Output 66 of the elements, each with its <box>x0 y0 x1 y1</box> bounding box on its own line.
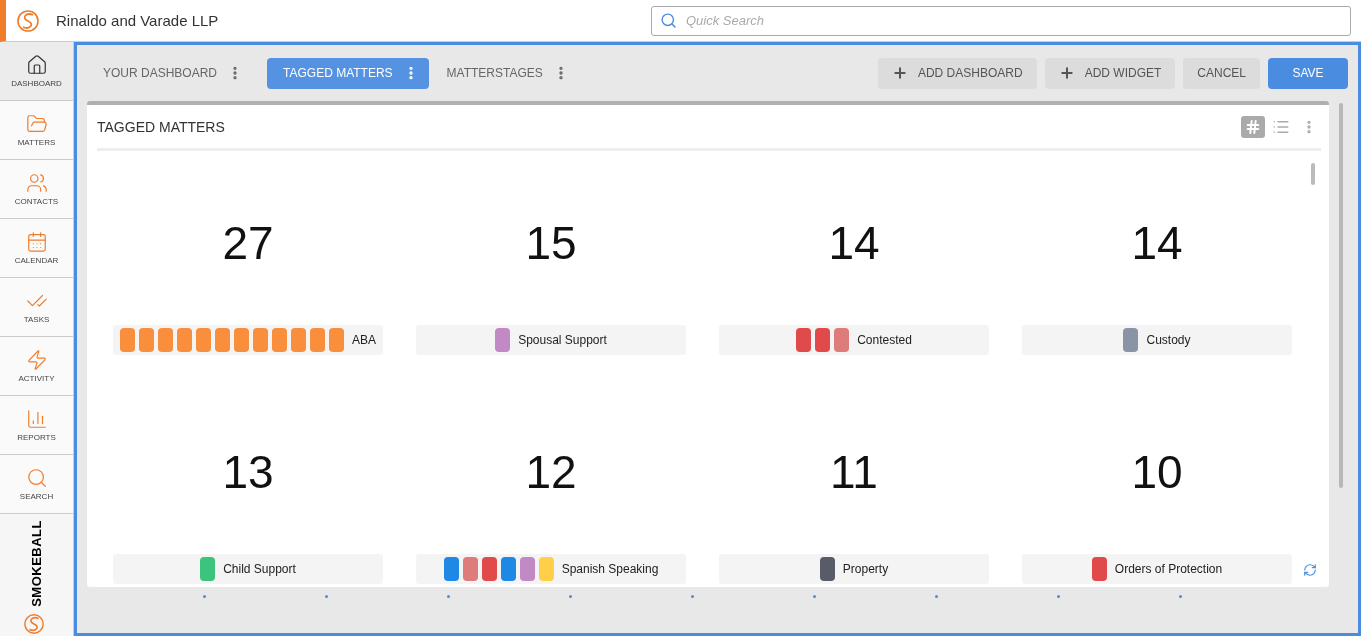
dot-marker <box>691 594 694 598</box>
toolbar-button[interactable]: CANCEL <box>1183 57 1260 89</box>
dashboard-tab[interactable]: MATTERSTAGES <box>442 57 579 89</box>
dot-marker <box>447 594 450 598</box>
brand-name: SMOKEBALL <box>29 520 44 607</box>
quick-search-field[interactable]: Quick Search <box>651 5 1351 36</box>
matter-count: 27 <box>222 216 274 270</box>
search-icon <box>660 11 677 29</box>
tag-bar[interactable]: Spanish Speaking <box>416 554 686 584</box>
plus-icon <box>1058 65 1075 81</box>
tag-label: Spanish Speaking <box>561 562 659 576</box>
folder-icon <box>25 113 48 135</box>
tag-bar[interactable]: ABA <box>113 325 383 355</box>
matter-count: 14 <box>1131 216 1183 270</box>
sidebar-item[interactable]: MATTERS <box>0 101 73 160</box>
logo-icon <box>16 8 40 33</box>
tag-bar[interactable]: Orders of Protection <box>1022 554 1292 584</box>
matter-count: 14 <box>828 216 880 270</box>
search-icon <box>25 467 48 489</box>
dot-marker <box>1057 594 1060 598</box>
dot-marker <box>569 594 572 598</box>
dashboard-tab[interactable]: YOUR DASHBOARD <box>99 57 254 89</box>
dot-marker <box>813 594 816 598</box>
plus-icon <box>891 65 908 81</box>
scroll-thumb[interactable] <box>1311 163 1315 185</box>
sidebar-item[interactable]: TASKS <box>0 278 73 337</box>
tag-bar[interactable]: Spousal Support <box>416 325 686 355</box>
dot-marker <box>935 594 938 598</box>
sidebar-item[interactable]: REPORTS <box>0 396 73 455</box>
home-icon <box>25 54 48 76</box>
tag-label: Orders of Protection <box>1114 562 1223 576</box>
sidebar-item[interactable]: DASHBOARD <box>0 42 73 101</box>
tag-label: Spousal Support <box>518 333 607 347</box>
people-icon <box>25 172 48 194</box>
tag-bar[interactable]: Contested <box>719 325 989 355</box>
sidebar-item[interactable]: SEARCH <box>0 455 73 514</box>
bar-chart-icon <box>25 408 48 430</box>
dot-marker <box>325 594 328 598</box>
tag-label: Child Support <box>223 562 296 576</box>
tag-label: Custody <box>1146 333 1191 347</box>
tag-bar[interactable]: Property <box>719 554 989 584</box>
dot-marker <box>203 594 206 598</box>
firm-name: Rinaldo and Varade LLP <box>56 12 219 29</box>
calendar-icon <box>25 231 48 253</box>
matter-count: 11 <box>830 445 878 499</box>
widget-title: TAGGED MATTERS <box>97 118 225 135</box>
tag-label: Property <box>842 562 889 576</box>
toolbar-button[interactable]: ADD DASHBOARD <box>877 57 1037 89</box>
tag-bar[interactable]: Child Support <box>113 554 383 584</box>
matter-count: 15 <box>525 216 577 270</box>
matter-count: 13 <box>222 445 274 499</box>
matter-count: 10 <box>1131 445 1183 499</box>
dot-marker <box>1179 594 1182 598</box>
sidebar-item[interactable]: CALENDAR <box>0 219 73 278</box>
tag-label: Contested <box>857 333 912 347</box>
toolbar-button[interactable]: ADD WIDGET <box>1044 57 1176 89</box>
sidebar-item[interactable]: CONTACTS <box>0 160 73 219</box>
tag-label: ABA <box>352 333 376 347</box>
matter-count: 12 <box>525 445 577 499</box>
refresh-icon[interactable] <box>1303 563 1317 577</box>
scrollbar[interactable] <box>1339 103 1343 488</box>
logo-icon <box>22 612 45 635</box>
sidebar-item[interactable]: ACTIVITY <box>0 337 73 396</box>
hash-icon[interactable] <box>1241 115 1265 138</box>
lightning-icon <box>25 349 48 371</box>
tag-bar[interactable]: Custody <box>1022 325 1292 355</box>
